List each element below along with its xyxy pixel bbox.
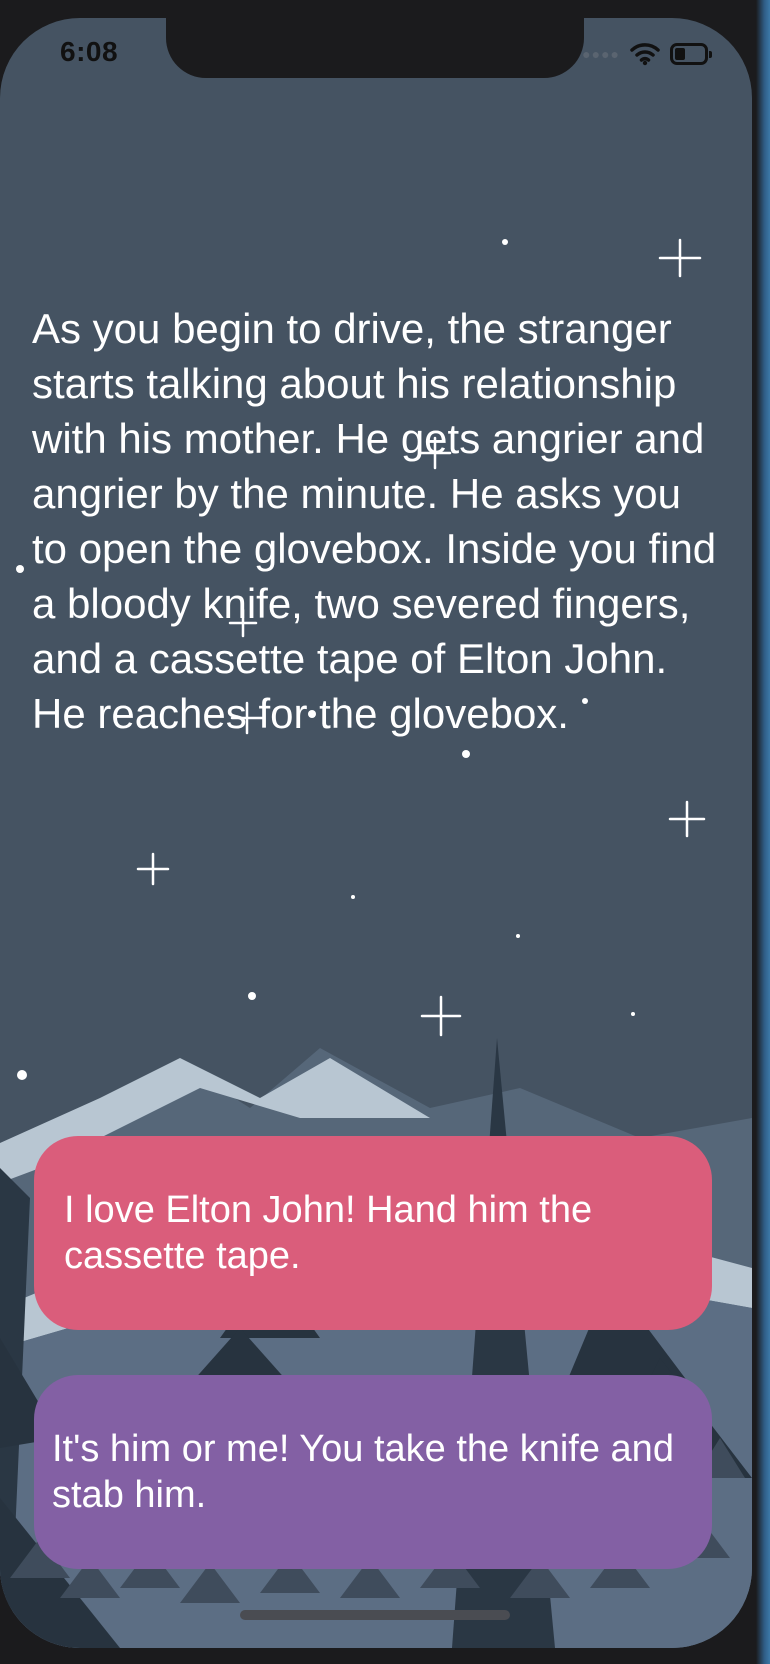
star-dot [17,1070,27,1080]
phone-screen: 6:08 ●●●● As you begin to drive, the str… [0,18,752,1648]
choice-label: It's him or me! You take the knife and s… [52,1428,674,1516]
star-dot [248,992,256,1000]
star-dot [16,565,24,573]
star-dot [516,934,520,938]
status-icons: ●●●● [582,40,712,68]
star-dot [351,895,355,899]
choice-label: I love Elton John! Hand him the cassette… [64,1189,593,1277]
twinkle-star [420,995,462,1037]
status-time: 6:08 [60,36,119,67]
star-dot [462,750,470,758]
twinkle-star [668,800,706,838]
camera-notch [166,18,584,78]
home-indicator[interactable] [240,1610,510,1620]
device-edge [756,0,770,1664]
choice-button-knife[interactable]: It's him or me! You take the knife and s… [34,1375,712,1569]
battery-icon [670,43,712,65]
choice-button-cassette[interactable]: I love Elton John! Hand him the cassette… [34,1136,712,1330]
story-text: As you begin to drive, the stranger star… [32,305,717,737]
wifi-icon [630,43,660,66]
signal-dots-icon: ●●●● [582,46,620,62]
twinkle-star [658,238,702,278]
twinkle-star [136,852,170,886]
star-dot [631,1012,635,1016]
battery-fill [675,48,685,60]
star-dot [502,239,508,245]
